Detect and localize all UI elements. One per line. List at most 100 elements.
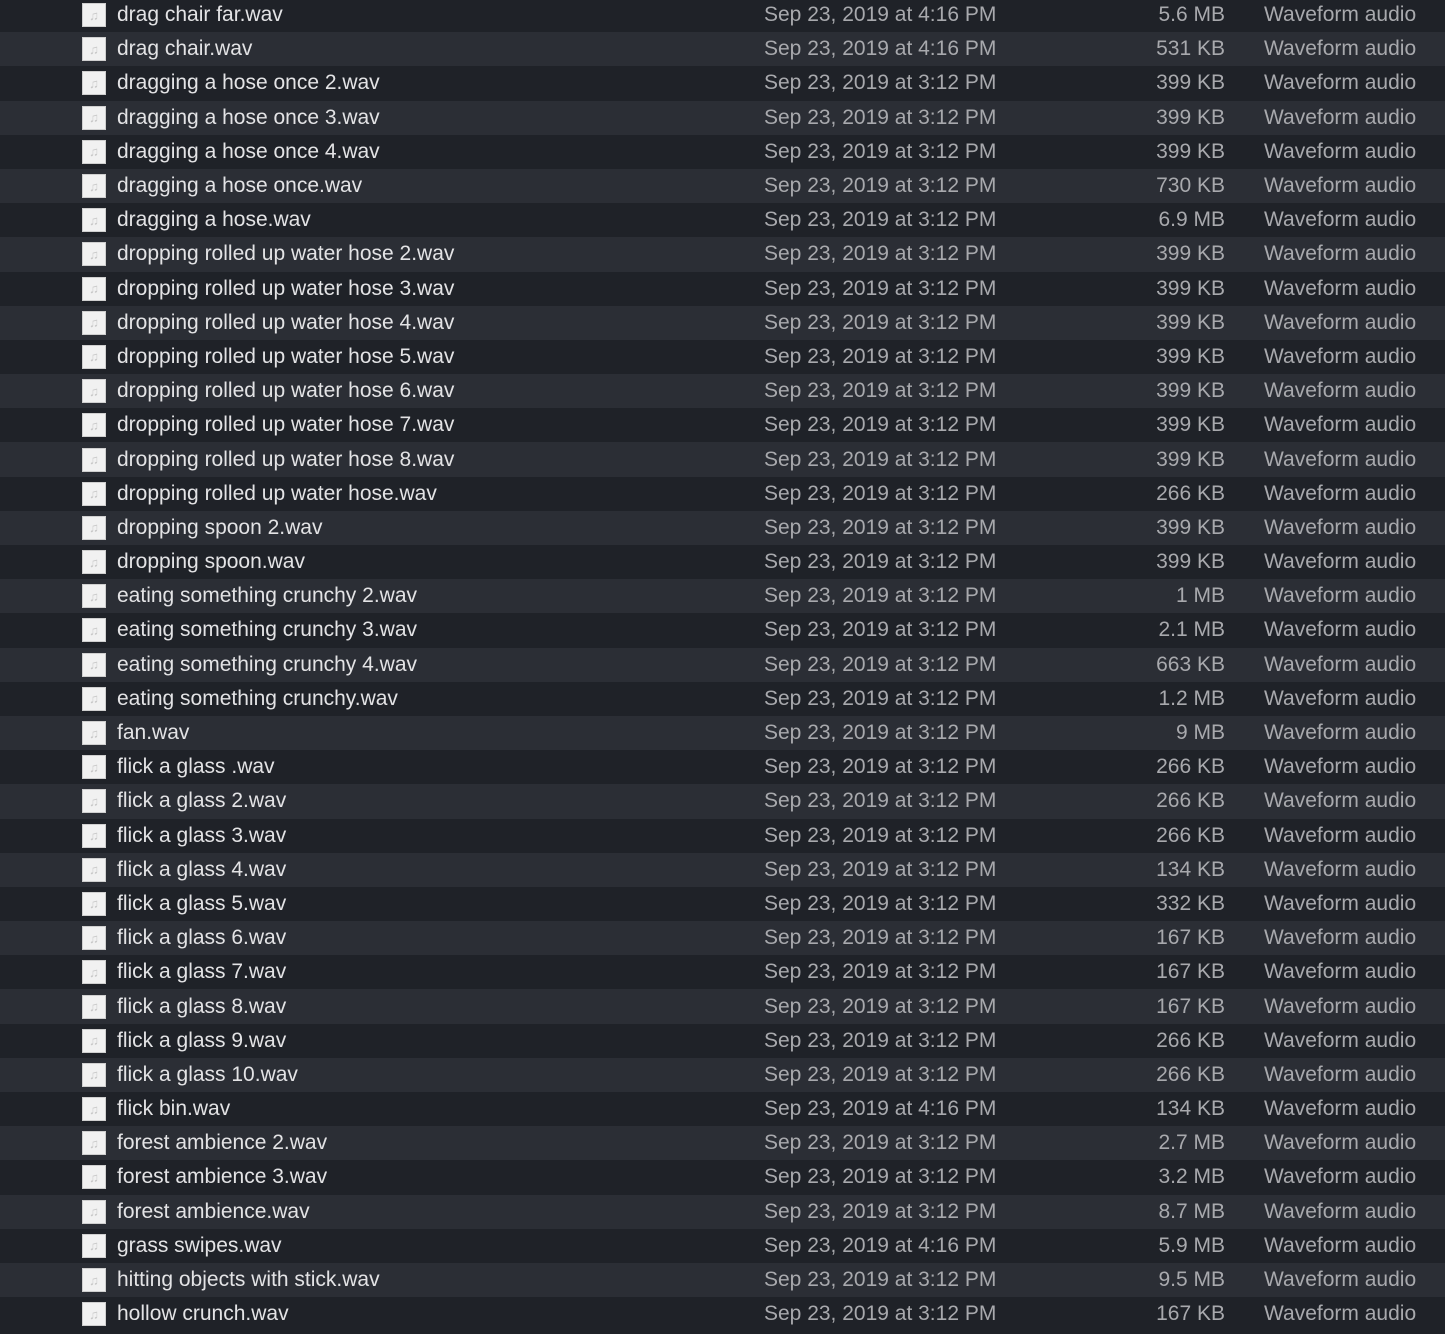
file-date-modified: Sep 23, 2019 at 3:12 PM (764, 618, 997, 642)
file-size: 1 MB (1175, 584, 1225, 608)
file-row[interactable]: ♫ dropping rolled up water hose 8.wav Se… (0, 442, 1445, 477)
file-row[interactable]: ♫ dropping rolled up water hose 3.wav Se… (0, 271, 1445, 306)
file-row[interactable]: ♫ flick a glass 7.wav Sep 23, 2019 at 3:… (0, 955, 1445, 990)
file-size: 8.7 MB (1158, 1199, 1225, 1223)
file-row[interactable]: ♫ flick bin.wav Sep 23, 2019 at 4:16 PM … (0, 1092, 1445, 1127)
file-size: 266 KB (1156, 481, 1225, 505)
file-size: 663 KB (1156, 652, 1225, 676)
file-name: hitting objects with stick.wav (117, 1268, 380, 1292)
audio-file-icon: ♫ (82, 139, 106, 164)
file-row[interactable]: ♫ flick a glass 9.wav Sep 23, 2019 at 3:… (0, 1023, 1445, 1058)
file-row[interactable]: ♫ dropping rolled up water hose.wav Sep … (0, 476, 1445, 511)
file-name: flick bin.wav (117, 1097, 231, 1121)
file-kind: Waveform audio (1264, 1028, 1417, 1052)
file-kind: Waveform audio (1264, 3, 1417, 27)
file-row[interactable]: ♫ grass swipes.wav Sep 23, 2019 at 4:16 … (0, 1228, 1445, 1263)
file-row[interactable]: ♫ flick a glass 2.wav Sep 23, 2019 at 3:… (0, 784, 1445, 819)
file-date-modified: Sep 23, 2019 at 4:16 PM (764, 3, 997, 27)
audio-file-icon: ♫ (82, 755, 106, 780)
file-name: dropping rolled up water hose 5.wav (117, 344, 455, 368)
file-kind: Waveform audio (1264, 515, 1417, 539)
file-name: dragging a hose once 4.wav (117, 139, 380, 163)
file-kind: Waveform audio (1264, 755, 1417, 779)
file-size: 167 KB (1156, 994, 1225, 1018)
file-row[interactable]: ♫ flick a glass 3.wav Sep 23, 2019 at 3:… (0, 818, 1445, 853)
file-row[interactable]: ♫ eating something crunchy 4.wav Sep 23,… (0, 647, 1445, 682)
file-row[interactable]: ♫ dropping rolled up water hose 4.wav Se… (0, 305, 1445, 340)
file-row[interactable]: ♫ dragging a hose once 4.wav Sep 23, 201… (0, 134, 1445, 169)
audio-file-icon: ♫ (82, 618, 106, 643)
file-size: 399 KB (1156, 550, 1225, 574)
file-kind: Waveform audio (1264, 1097, 1417, 1121)
file-row[interactable]: ♫ dropping rolled up water hose 2.wav Se… (0, 237, 1445, 272)
file-name: flick a glass 2.wav (117, 789, 287, 813)
file-kind: Waveform audio (1264, 823, 1417, 847)
file-date-modified: Sep 23, 2019 at 3:12 PM (764, 174, 997, 198)
audio-file-icon: ♫ (82, 1302, 106, 1327)
file-size: 1.2 MB (1158, 686, 1225, 710)
file-size: 399 KB (1156, 447, 1225, 471)
file-date-modified: Sep 23, 2019 at 3:12 PM (764, 926, 997, 950)
file-row[interactable]: ♫ dragging a hose once.wav Sep 23, 2019 … (0, 168, 1445, 204)
file-row[interactable]: ♫ eating something crunchy 2.wav Sep 23,… (0, 579, 1445, 614)
file-name: forest ambience 3.wav (117, 1165, 328, 1189)
file-row[interactable]: ♫ dropping rolled up water hose 6.wav Se… (0, 374, 1445, 409)
file-date-modified: Sep 23, 2019 at 3:12 PM (764, 1165, 997, 1189)
file-row[interactable]: ♫ drag chair far.wav Sep 23, 2019 at 4:1… (0, 0, 1445, 33)
file-size: 5.9 MB (1158, 1233, 1225, 1257)
file-row[interactable]: ♫ flick a glass 6.wav Sep 23, 2019 at 3:… (0, 921, 1445, 956)
file-row[interactable]: ♫ eating something crunchy 3.wav Sep 23,… (0, 613, 1445, 648)
audio-file-icon: ♫ (82, 276, 106, 301)
audio-file-icon: ♫ (82, 71, 106, 96)
audio-file-icon: ♫ (82, 481, 106, 506)
file-row[interactable]: ♫ flick a glass 10.wav Sep 23, 2019 at 3… (0, 1057, 1445, 1092)
file-name: grass swipes.wav (117, 1233, 282, 1257)
file-row[interactable]: ♫ flick a glass 8.wav Sep 23, 2019 at 3:… (0, 989, 1445, 1024)
file-size: 6.9 MB (1158, 208, 1225, 232)
file-size: 134 KB (1156, 857, 1225, 881)
file-kind: Waveform audio (1264, 1233, 1417, 1257)
audio-file-icon: ♫ (82, 550, 106, 575)
file-size: 167 KB (1156, 1302, 1225, 1326)
file-row[interactable]: ♫ hollow crunch.wav Sep 23, 2019 at 3:12… (0, 1297, 1445, 1332)
file-date-modified: Sep 23, 2019 at 4:16 PM (764, 1097, 997, 1121)
file-row[interactable]: ♫ hitting objects with stick.wav Sep 23,… (0, 1262, 1445, 1298)
file-row[interactable]: ♫ flick a glass .wav Sep 23, 2019 at 3:1… (0, 750, 1445, 785)
file-row[interactable]: ♫ flick a glass 5.wav Sep 23, 2019 at 3:… (0, 886, 1445, 922)
file-kind: Waveform audio (1264, 310, 1417, 334)
file-kind: Waveform audio (1264, 1268, 1417, 1292)
file-row[interactable]: ♫ fan.wav Sep 23, 2019 at 3:12 PM 9 MB W… (0, 715, 1445, 751)
file-name: dropping spoon.wav (117, 550, 305, 574)
file-name: dragging a hose.wav (117, 208, 311, 232)
audio-file-icon: ♫ (82, 3, 106, 28)
file-date-modified: Sep 23, 2019 at 3:12 PM (764, 242, 997, 266)
file-date-modified: Sep 23, 2019 at 3:12 PM (764, 515, 997, 539)
file-row[interactable]: ♫ dropping spoon 2.wav Sep 23, 2019 at 3… (0, 510, 1445, 545)
file-row[interactable]: ♫ drag chair.wav Sep 23, 2019 at 4:16 PM… (0, 32, 1445, 67)
audio-file-icon: ♫ (82, 310, 106, 335)
file-kind: Waveform audio (1264, 71, 1417, 95)
file-row[interactable]: ♫ dropping rolled up water hose 7.wav Se… (0, 408, 1445, 443)
file-size: 399 KB (1156, 71, 1225, 95)
file-size: 266 KB (1156, 823, 1225, 847)
audio-file-icon: ♫ (82, 242, 106, 267)
file-name: dragging a hose once.wav (117, 174, 363, 198)
file-row[interactable]: ♫ dragging a hose.wav Sep 23, 2019 at 3:… (0, 203, 1445, 238)
file-row[interactable]: ♫ forest ambience 3.wav Sep 23, 2019 at … (0, 1160, 1445, 1195)
file-date-modified: Sep 23, 2019 at 3:12 PM (764, 1131, 997, 1155)
file-row[interactable]: ♫ dropping rolled up water hose 5.wav Se… (0, 339, 1445, 375)
file-size: 266 KB (1156, 1028, 1225, 1052)
file-row[interactable]: ♫ dragging a hose once 3.wav Sep 23, 201… (0, 100, 1445, 135)
file-list: ♫ drag chair far.wav Sep 23, 2019 at 4:1… (0, 0, 1445, 1332)
file-kind: Waveform audio (1264, 379, 1417, 403)
audio-file-icon: ♫ (82, 891, 106, 916)
file-row[interactable]: ♫ eating something crunchy.wav Sep 23, 2… (0, 681, 1445, 716)
file-row[interactable]: ♫ forest ambience.wav Sep 23, 2019 at 3:… (0, 1194, 1445, 1229)
file-row[interactable]: ♫ dropping spoon.wav Sep 23, 2019 at 3:1… (0, 545, 1445, 580)
file-row[interactable]: ♫ forest ambience 2.wav Sep 23, 2019 at … (0, 1126, 1445, 1161)
file-kind: Waveform audio (1264, 139, 1417, 163)
file-row[interactable]: ♫ flick a glass 4.wav Sep 23, 2019 at 3:… (0, 852, 1445, 887)
file-size: 399 KB (1156, 276, 1225, 300)
file-date-modified: Sep 23, 2019 at 3:12 PM (764, 823, 997, 847)
file-row[interactable]: ♫ dragging a hose once 2.wav Sep 23, 201… (0, 66, 1445, 101)
